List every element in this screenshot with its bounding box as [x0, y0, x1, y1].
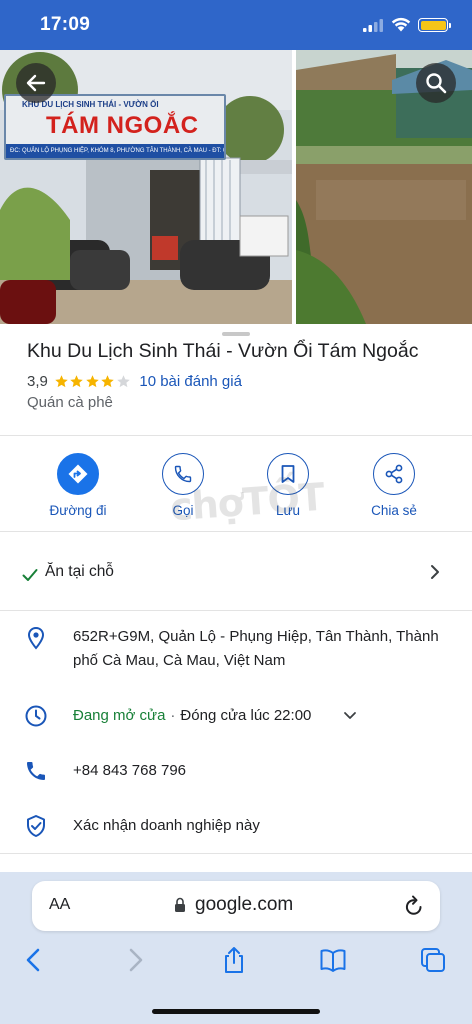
status-bar: 17:09 [0, 0, 472, 50]
hours-row[interactable]: Đang mở cửa · Đóng cửa lúc 22:00 [0, 703, 472, 729]
sign-title: TÁM NGOẮC [46, 112, 199, 139]
battery-level [420, 20, 446, 30]
place-title: Khu Du Lịch Sinh Thái - Vườn Ổi Tám Ngoắ… [27, 340, 419, 362]
divider [0, 610, 472, 611]
phone-icon [27, 762, 45, 780]
claim-business-row[interactable]: Xác nhận doanh nghiệp này [0, 813, 472, 839]
location-pin-icon [27, 626, 45, 650]
verified-shield-icon [27, 815, 45, 837]
sign-address: ĐC: QUẢN LỘ PHỤNG HIỆP, KHÓM 8, PHƯỜNG T… [6, 144, 224, 158]
directions-button[interactable]: Đường đi [28, 453, 128, 523]
hours-text: Đang mở cửa · Đóng cửa lúc 22:00 [73, 704, 311, 728]
star-filled-icon [70, 374, 84, 387]
cellular-signal-icon [363, 19, 383, 32]
address-row[interactable]: 652R+G9M, Quản Lộ - Phụng Hiệp, Tân Thàn… [0, 624, 472, 676]
address-text: 652R+G9M, Quản Lộ - Phụng Hiệp, Tân Thàn… [73, 628, 439, 669]
star-empty-icon [117, 374, 130, 387]
bookmarks-icon[interactable] [319, 946, 347, 974]
phone-row[interactable]: +84 843 768 796 [0, 758, 472, 784]
hours-status: Đang mở cửa [73, 707, 166, 724]
share-icon [385, 464, 403, 484]
wifi-icon [391, 17, 411, 32]
reviews-link[interactable]: 10 bài đánh giá [139, 373, 242, 390]
browser-back-icon[interactable] [20, 946, 48, 974]
star-filled-icon [55, 374, 68, 387]
address-bar[interactable]: AA google.com [32, 881, 440, 931]
clock-icon [25, 705, 47, 727]
status-time: 17:09 [40, 14, 91, 35]
hours-separator: · [170, 707, 176, 724]
aa-label: AA [49, 896, 71, 913]
reload-icon[interactable] [404, 895, 424, 917]
battery-tip [449, 22, 451, 28]
browser-forward-icon[interactable] [121, 946, 149, 974]
app-root: 17:09 KHU DU LỊCH SINH THÁI - VƯỜN ỔI TÁ… [0, 0, 472, 1024]
divider [0, 853, 472, 854]
share-circle[interactable] [373, 453, 415, 495]
share-button[interactable]: Chia sẻ [344, 453, 444, 523]
phone-icon [174, 465, 192, 483]
share-sheet-icon[interactable] [220, 946, 248, 974]
directions-label: Đường đi [49, 503, 107, 518]
rating-row: 3,9 10 bài đánh giá [27, 371, 242, 391]
place-category[interactable]: Quán cà phê [27, 394, 113, 411]
rating-stars [54, 374, 132, 389]
photo-gallery[interactable]: KHU DU LỊCH SINH THÁI - VƯỜN ỔI TÁM NGOẮ… [0, 50, 472, 324]
dine-in-row[interactable]: Ăn tại chỗ [0, 560, 472, 590]
divider [0, 531, 472, 532]
url-text[interactable]: google.com [195, 894, 293, 916]
star-filled-icon [86, 374, 99, 387]
lock-icon [175, 897, 185, 912]
search-icon [426, 73, 447, 94]
divider [0, 435, 472, 436]
battery-icon [418, 18, 451, 32]
share-label: Chia sẻ [371, 503, 417, 518]
claim-business-text: Xác nhận doanh nghiệp này [73, 817, 260, 834]
directions-icon [68, 464, 88, 484]
hours-close: Đóng cửa lúc 22:00 [180, 707, 312, 724]
search-button[interactable] [416, 63, 456, 103]
phone-text: +84 843 768 796 [73, 762, 187, 779]
shop-sign: KHU DU LỊCH SINH THÁI - VƯỜN ỔI TÁM NGOẮ… [4, 94, 226, 160]
directions-circle[interactable] [57, 453, 99, 495]
chevron-down-icon[interactable] [343, 710, 357, 722]
back-button[interactable] [16, 63, 56, 103]
home-indicator[interactable] [152, 1009, 320, 1014]
chevron-right-icon [431, 565, 439, 579]
reader-settings-button[interactable]: AA [49, 896, 70, 914]
check-icon [22, 569, 38, 581]
star-filled-icon [101, 374, 115, 387]
tabs-icon[interactable] [419, 946, 447, 974]
rating-value: 3,9 [27, 372, 48, 390]
arrow-left-icon [26, 74, 46, 92]
sheet-drag-handle[interactable] [222, 332, 250, 336]
dine-in-label: Ăn tại chỗ [45, 563, 114, 580]
